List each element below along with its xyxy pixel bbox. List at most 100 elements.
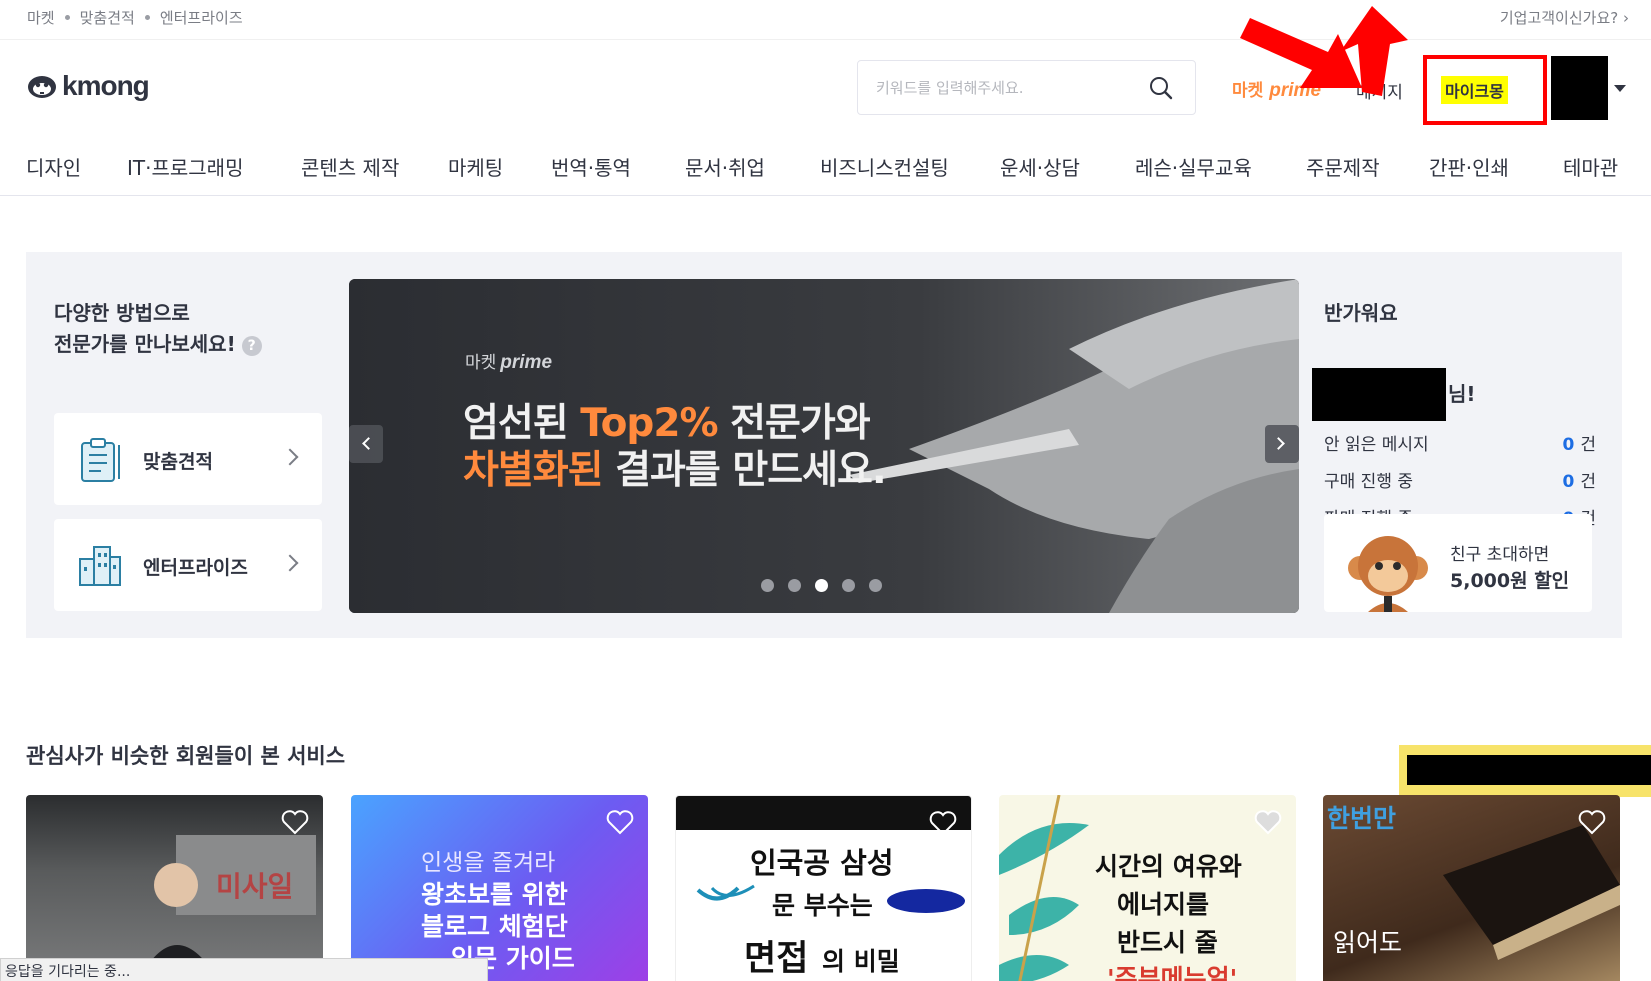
card2-line1: 인생을 즐겨라 xyxy=(421,850,556,876)
search-input[interactable] xyxy=(876,76,1136,100)
custom-quote-label: 맞춤견적 xyxy=(143,451,213,473)
browser-status-bar: 응답을 기다리는 중... xyxy=(0,958,488,981)
intro-line-2: 전문가를 만나보세요! xyxy=(54,332,236,356)
card1-text: 미사일 xyxy=(216,870,294,903)
banner-prev-button[interactable] xyxy=(349,425,383,463)
welcome-panel: 반가워요 님! 안 읽은 메시지 0건 구매 진행 중 0건 판매 진행 중 0… xyxy=(1312,298,1604,529)
hero-intro: 다양한 방법으로 전문가를 만나보세요!? xyxy=(54,298,262,360)
invite-friend-card[interactable]: 친구 초대하면 5,000원 할인 xyxy=(1324,514,1592,612)
building-icon xyxy=(79,546,121,586)
redaction-block xyxy=(1407,755,1651,785)
heart-icon[interactable] xyxy=(606,809,634,835)
slide-dot[interactable] xyxy=(869,579,882,592)
market-link[interactable]: 마켓 xyxy=(27,7,55,28)
card5-line1: 한번만 xyxy=(1327,804,1397,833)
chevron-left-icon xyxy=(362,437,375,450)
enterprise-card[interactable]: 엔터프라이즈 xyxy=(54,519,322,611)
service-card-2[interactable]: 인생을 즐겨라 왕초보를 위한 블로그 체험단 입문 가이드 xyxy=(351,795,648,981)
category-content[interactable]: 콘텐츠 제작 xyxy=(301,152,399,181)
card3-line3: 면접 xyxy=(744,939,809,979)
card2-line3: 블로그 체험단 xyxy=(421,912,568,941)
category-it[interactable]: IT·프로그래밍 xyxy=(127,152,243,181)
category-theme[interactable]: 테마관 xyxy=(1563,152,1618,181)
category-marketing[interactable]: 마케팅 xyxy=(448,152,503,181)
chevron-right-icon xyxy=(281,448,299,466)
service-card-1[interactable]: 미사일 xyxy=(26,795,323,981)
card5-line2: 읽어도 xyxy=(1333,928,1403,957)
category-nav: 디자인 IT·프로그래밍 콘텐츠 제작 마케팅 번역·통역 문서·취업 비즈니스… xyxy=(0,140,1651,196)
service-card-4[interactable]: 시간의 여유와 에너지를 반드시 줄 '주부메뉴얼' xyxy=(999,795,1296,981)
banner-brand-prime: prime xyxy=(500,352,553,373)
banner-next-button[interactable] xyxy=(1265,425,1299,463)
service-card-3[interactable]: 인국공 삼성 문 부수는 면접 의 비밀 xyxy=(675,795,972,981)
custom-quote-card[interactable]: 맞춤견적 xyxy=(54,413,322,505)
service-card-5[interactable]: 한번만 읽어도 xyxy=(1323,795,1620,981)
category-business[interactable]: 비즈니스컨설팅 xyxy=(820,152,949,181)
category-design[interactable]: 디자인 xyxy=(26,152,81,181)
card4-line3: 반드시 줄 xyxy=(1117,928,1218,957)
card3-line1: 인국공 삼성 xyxy=(750,846,894,880)
heart-icon[interactable] xyxy=(1254,809,1282,835)
search-icon[interactable] xyxy=(1149,76,1173,100)
service-switcher: 마켓 맞춤견적 엔터프라이즈 xyxy=(27,7,243,28)
card3-top-band xyxy=(676,796,971,830)
invite-text: 친구 초대하면 5,000원 할인 xyxy=(1450,545,1570,592)
card4-line4: '주부메뉴얼' xyxy=(1107,964,1238,981)
logo-text: kmong xyxy=(62,70,150,101)
redacted-banner xyxy=(1399,745,1651,797)
heart-icon[interactable] xyxy=(1578,809,1606,835)
slide-dot[interactable] xyxy=(761,579,774,592)
slide-dot[interactable] xyxy=(842,579,855,592)
separator-dot xyxy=(64,15,70,20)
custom-quote-link[interactable]: 맞춤견적 xyxy=(80,7,135,28)
clipboard-icon xyxy=(81,438,120,482)
redacted-username xyxy=(1312,368,1446,421)
slide-dot-active[interactable] xyxy=(815,579,828,592)
category-custom[interactable]: 주문제작 xyxy=(1306,152,1380,181)
business-customer-label: 기업고객이신가요? xyxy=(1499,9,1619,27)
separator-dot xyxy=(144,15,150,20)
banner-brand-market: 마켓 xyxy=(465,353,497,373)
samsung-logo xyxy=(887,889,965,913)
my-kmong-label: 마이크몽 xyxy=(1441,76,1508,104)
chevron-right-icon xyxy=(281,554,299,572)
kmong-face-icon xyxy=(28,76,56,98)
heart-icon[interactable] xyxy=(929,810,957,836)
stat-purchases-in-progress[interactable]: 구매 진행 중 0건 xyxy=(1324,467,1596,492)
recommend-section-title: 관심사가 비슷한 회원들이 본 서비스 xyxy=(26,744,346,768)
category-signage[interactable]: 간판·인쇄 xyxy=(1429,152,1509,181)
card3-line2: 문 부수는 xyxy=(772,891,873,920)
banner-pagination xyxy=(761,579,896,592)
enterprise-service-link[interactable]: 엔터프라이즈 xyxy=(160,7,243,28)
business-customer-link[interactable]: 기업고객이신가요? › xyxy=(1500,7,1629,28)
monkey-mascot-icon xyxy=(1348,536,1428,612)
category-fortune[interactable]: 운세·상담 xyxy=(1000,152,1080,181)
redacted-profile[interactable] xyxy=(1551,56,1608,120)
chevron-right-icon: › xyxy=(1623,9,1629,27)
chevron-right-icon xyxy=(1272,437,1285,450)
my-kmong-button[interactable]: 마이크몽 xyxy=(1423,55,1547,125)
banner-headline-2: 차별화된 결과를 만드세요. xyxy=(463,448,887,493)
stat-unread-messages[interactable]: 안 읽은 메시지 0건 xyxy=(1324,430,1596,455)
category-lesson[interactable]: 레슨·실무교육 xyxy=(1135,152,1252,181)
welcome-name-suffix: 님! xyxy=(1448,382,1476,406)
card3-line4: 의 비밀 xyxy=(822,947,900,976)
welcome-greeting: 반가워요 xyxy=(1324,301,1398,325)
banner-brand: 마켓 prime xyxy=(465,348,552,374)
red-arrow-annotation xyxy=(1240,6,1408,96)
card2-line2: 왕초보를 위한 xyxy=(421,880,568,909)
caret-down-icon[interactable] xyxy=(1614,85,1626,92)
card4-line1: 시간의 여유와 xyxy=(1095,852,1242,881)
intro-line-1: 다양한 방법으로 xyxy=(54,301,190,325)
incheon-airport-logo xyxy=(696,884,755,901)
help-icon[interactable]: ? xyxy=(241,335,262,356)
category-document[interactable]: 문서·취업 xyxy=(685,152,765,181)
heart-icon[interactable] xyxy=(281,809,309,835)
hero-section: 다양한 방법으로 전문가를 만나보세요!? 맞춤견적 엔터프라이즈 마켓 pri… xyxy=(26,252,1622,638)
kmong-logo[interactable]: kmong xyxy=(26,70,150,102)
prime-banner[interactable]: 마켓 prime 엄선된 Top2% 전문가와 차별화된 결과를 만드세요. xyxy=(349,279,1299,613)
search-box xyxy=(857,60,1196,115)
slide-dot[interactable] xyxy=(788,579,801,592)
enterprise-label: 엔터프라이즈 xyxy=(143,557,248,579)
category-translation[interactable]: 번역·통역 xyxy=(551,152,631,181)
